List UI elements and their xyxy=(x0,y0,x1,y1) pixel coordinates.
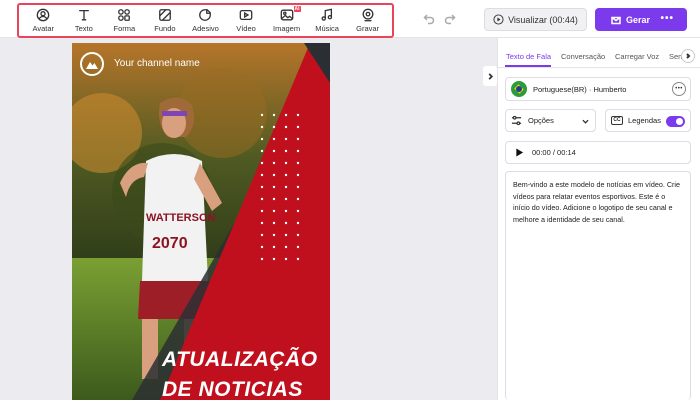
tab-upload-voice[interactable]: Carregar Voz xyxy=(615,52,659,61)
music-icon xyxy=(321,8,333,21)
playback-time: 00:00 / 00:14 xyxy=(532,148,576,157)
captions-icon: CC xyxy=(611,116,623,125)
tool-record[interactable]: Gravar xyxy=(348,6,388,36)
tabs-next-button[interactable] xyxy=(681,49,695,63)
tool-shape[interactable]: Forma xyxy=(104,6,144,36)
tab-speech-text[interactable]: Texto de Fala xyxy=(506,52,551,61)
tool-label: Vídeo xyxy=(236,24,256,33)
video-canvas[interactable]: WATTERSON 2070 Your channel name ATUALIZ… xyxy=(72,43,330,400)
tab-conversation[interactable]: Conversação xyxy=(561,52,605,61)
undo-icon xyxy=(423,14,435,25)
captions-control: CC Legendas xyxy=(605,109,691,132)
play-icon[interactable] xyxy=(515,148,524,157)
bib-number: 2070 xyxy=(152,235,188,252)
tool-music[interactable]: Música xyxy=(307,6,347,36)
top-toolbar: Avatar Texto Forma Fundo Adesivo Vídeo A… xyxy=(0,0,700,38)
save-icon xyxy=(611,16,621,24)
tool-label: Texto xyxy=(74,24,93,33)
avatar-icon xyxy=(36,8,50,22)
canvas-scene: WATTERSON 2070 xyxy=(72,43,330,400)
tool-image[interactable]: AI Imagem xyxy=(267,5,307,36)
tool-sticker[interactable]: Adesivo xyxy=(185,6,225,36)
headline-line-2[interactable]: DE NOTICIAS xyxy=(162,378,330,400)
bib-text: WATTERSON xyxy=(146,212,216,224)
options-label: Opções xyxy=(528,116,554,125)
options-dropdown[interactable]: Opções xyxy=(505,109,596,132)
captions-label: Legendas xyxy=(628,116,661,125)
preview-label: Visualizar (00:44) xyxy=(508,14,578,25)
background-icon xyxy=(159,9,171,21)
audio-player: 00:00 / 00:14 xyxy=(505,141,691,164)
tool-label: Forma xyxy=(113,24,136,33)
redo-icon xyxy=(444,14,456,25)
headline-line-1[interactable]: ATUALIZAÇÃO xyxy=(162,348,330,372)
text-icon xyxy=(79,9,89,21)
tool-label: Fundo xyxy=(154,24,176,33)
shapes-icon xyxy=(118,9,131,21)
tool-avatar[interactable]: Avatar xyxy=(23,6,63,36)
tool-label: Gravar xyxy=(356,24,380,33)
script-textarea[interactable]: Bem-vindo a este modelo de notícias em v… xyxy=(505,171,691,400)
brazil-flag-icon xyxy=(511,81,527,97)
undo-button[interactable] xyxy=(423,12,435,25)
ai-badge: AI xyxy=(293,5,301,12)
active-tab-indicator xyxy=(505,65,551,67)
sticker-icon xyxy=(199,9,212,21)
chevron-down-icon xyxy=(582,119,589,124)
tool-text[interactable]: Texto xyxy=(64,6,104,36)
captions-toggle[interactable] xyxy=(666,116,685,127)
voice-label: Portuguese(BR) · Humberto xyxy=(533,84,627,94)
voice-selector[interactable]: Portuguese(BR) · Humberto ••• xyxy=(505,77,691,101)
record-icon xyxy=(362,8,374,22)
mountain-icon xyxy=(86,62,98,69)
channel-name-text[interactable]: Your channel name xyxy=(114,58,200,69)
tool-label: Adesivo xyxy=(192,24,219,33)
tool-label: Imagem xyxy=(273,24,301,33)
generate-button[interactable]: Gerar ••• xyxy=(595,8,687,31)
panel-tabs: Texto de Fala Conversação Carregar Voz S… xyxy=(498,38,700,68)
voice-more-icon[interactable]: ••• xyxy=(672,82,686,96)
tool-video[interactable]: Vídeo xyxy=(226,6,266,36)
tool-label: Avatar xyxy=(32,24,55,33)
image-icon xyxy=(280,9,293,21)
redo-button[interactable] xyxy=(444,12,456,25)
chevron-right-icon xyxy=(488,72,493,80)
play-circle-icon xyxy=(493,14,504,25)
more-options-button[interactable]: ••• xyxy=(660,13,674,24)
script-panel: Texto de Fala Conversação Carregar Voz S… xyxy=(497,38,700,400)
sliders-icon xyxy=(511,115,522,126)
video-icon xyxy=(239,9,253,21)
preview-button[interactable]: Visualizar (00:44) xyxy=(484,8,587,31)
generate-label: Gerar xyxy=(626,14,651,25)
chevron-right-icon xyxy=(686,53,691,59)
element-toolbar: Avatar Texto Forma Fundo Adesivo Vídeo A… xyxy=(17,3,394,38)
channel-logo[interactable] xyxy=(80,52,104,76)
tool-label: Música xyxy=(315,24,339,33)
tool-background[interactable]: Fundo xyxy=(145,6,185,36)
collapse-panel-button[interactable] xyxy=(483,66,497,86)
